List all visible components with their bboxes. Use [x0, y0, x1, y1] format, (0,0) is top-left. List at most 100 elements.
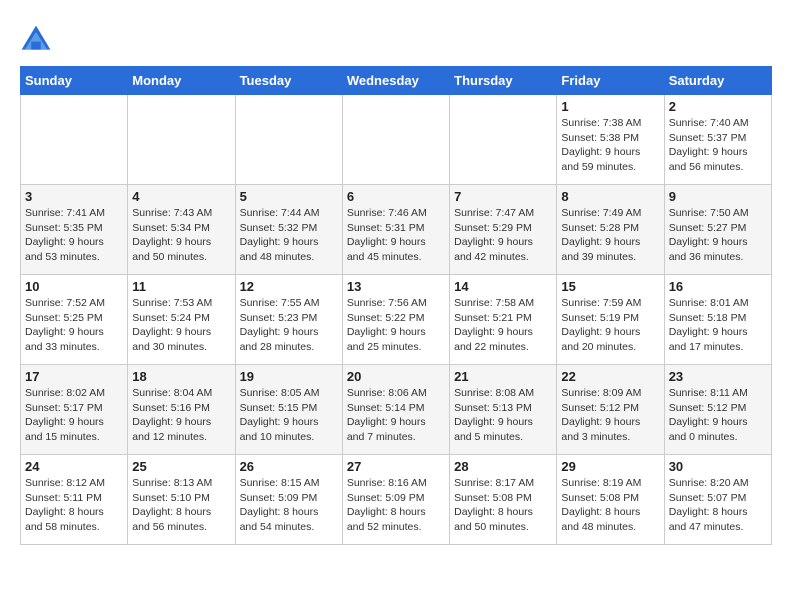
day-number: 6 [347, 189, 445, 204]
calendar-day-cell: 25 Sunrise: 8:13 AM Sunset: 5:10 PM Dayli… [128, 455, 235, 545]
day-number: 20 [347, 369, 445, 384]
calendar-weekday-header: Tuesday [235, 67, 342, 95]
calendar-day-cell [128, 95, 235, 185]
day-info: Sunrise: 7:44 AM Sunset: 5:32 PM Dayligh… [240, 206, 338, 265]
calendar-week-row: 3 Sunrise: 7:41 AM Sunset: 5:35 PM Daylig… [21, 185, 772, 275]
day-info: Sunrise: 8:15 AM Sunset: 5:09 PM Dayligh… [240, 476, 338, 535]
calendar-day-cell: 10 Sunrise: 7:52 AM Sunset: 5:25 PM Dayli… [21, 275, 128, 365]
day-info: Sunrise: 8:17 AM Sunset: 5:08 PM Dayligh… [454, 476, 552, 535]
calendar-table: SundayMondayTuesdayWednesdayThursdayFrid… [20, 66, 772, 545]
day-info: Sunrise: 7:49 AM Sunset: 5:28 PM Dayligh… [561, 206, 659, 265]
calendar-day-cell: 7 Sunrise: 7:47 AM Sunset: 5:29 PM Daylig… [450, 185, 557, 275]
day-number: 26 [240, 459, 338, 474]
calendar-weekday-header: Saturday [664, 67, 771, 95]
day-info: Sunrise: 8:13 AM Sunset: 5:10 PM Dayligh… [132, 476, 230, 535]
day-info: Sunrise: 7:46 AM Sunset: 5:31 PM Dayligh… [347, 206, 445, 265]
calendar-weekday-header: Wednesday [342, 67, 449, 95]
calendar-day-cell: 24Sunrise: 8:12 AM Sunset: 5:11 PM Dayli… [21, 455, 128, 545]
day-info: Sunrise: 8:09 AM Sunset: 5:12 PM Dayligh… [561, 386, 659, 445]
day-info: Sunrise: 7:47 AM Sunset: 5:29 PM Dayligh… [454, 206, 552, 265]
calendar-weekday-header: Sunday [21, 67, 128, 95]
day-info: Sunrise: 7:50 AM Sunset: 5:27 PM Dayligh… [669, 206, 767, 265]
day-number: 13 [347, 279, 445, 294]
calendar-day-cell: 5 Sunrise: 7:44 AM Sunset: 5:32 PM Daylig… [235, 185, 342, 275]
day-number: 10 [25, 279, 123, 294]
logo [20, 24, 56, 56]
day-number: 11 [132, 279, 230, 294]
calendar-week-row: 1 Sunrise: 7:38 AM Sunset: 5:38 PM Daylig… [21, 95, 772, 185]
calendar-day-cell: 13 Sunrise: 7:56 AM Sunset: 5:22 PM Dayli… [342, 275, 449, 365]
day-number: 16 [669, 279, 767, 294]
calendar-weekday-header: Friday [557, 67, 664, 95]
day-number: 15 [561, 279, 659, 294]
logo-icon [20, 24, 52, 56]
calendar-day-cell: 26 Sunrise: 8:15 AM Sunset: 5:09 PM Dayli… [235, 455, 342, 545]
day-number: 7 [454, 189, 552, 204]
day-info: Sunrise: 7:52 AM Sunset: 5:25 PM Dayligh… [25, 296, 123, 355]
day-number: 29 [561, 459, 659, 474]
calendar-day-cell: 22Sunrise: 8:09 AM Sunset: 5:12 PM Dayli… [557, 365, 664, 455]
day-info: Sunrise: 7:38 AM Sunset: 5:38 PM Dayligh… [561, 116, 659, 175]
calendar-day-cell: 30Sunrise: 8:20 AM Sunset: 5:07 PM Dayli… [664, 455, 771, 545]
page: SundayMondayTuesdayWednesdayThursdayFrid… [0, 0, 792, 555]
calendar-day-cell [235, 95, 342, 185]
calendar-day-cell [342, 95, 449, 185]
calendar-week-row: 10 Sunrise: 7:52 AM Sunset: 5:25 PM Dayli… [21, 275, 772, 365]
calendar-day-cell: 9 Sunrise: 7:50 AM Sunset: 5:27 PM Daylig… [664, 185, 771, 275]
calendar-day-cell: 27Sunrise: 8:16 AM Sunset: 5:09 PM Dayli… [342, 455, 449, 545]
day-number: 19 [240, 369, 338, 384]
day-info: Sunrise: 7:55 AM Sunset: 5:23 PM Dayligh… [240, 296, 338, 355]
day-info: Sunrise: 8:05 AM Sunset: 5:15 PM Dayligh… [240, 386, 338, 445]
day-info: Sunrise: 7:58 AM Sunset: 5:21 PM Dayligh… [454, 296, 552, 355]
calendar-day-cell: 14 Sunrise: 7:58 AM Sunset: 5:21 PM Dayli… [450, 275, 557, 365]
calendar-day-cell: 17 Sunrise: 8:02 AM Sunset: 5:17 PM Dayli… [21, 365, 128, 455]
day-info: Sunrise: 8:11 AM Sunset: 5:12 PM Dayligh… [669, 386, 767, 445]
day-number: 18 [132, 369, 230, 384]
calendar-weekday-header: Thursday [450, 67, 557, 95]
calendar-day-cell: 1 Sunrise: 7:38 AM Sunset: 5:38 PM Daylig… [557, 95, 664, 185]
day-number: 4 [132, 189, 230, 204]
day-number: 14 [454, 279, 552, 294]
day-number: 9 [669, 189, 767, 204]
calendar-day-cell [450, 95, 557, 185]
day-number: 25 [132, 459, 230, 474]
day-number: 17 [25, 369, 123, 384]
calendar-day-cell: 2 Sunrise: 7:40 AM Sunset: 5:37 PM Daylig… [664, 95, 771, 185]
day-info: Sunrise: 8:02 AM Sunset: 5:17 PM Dayligh… [25, 386, 123, 445]
header [20, 20, 772, 56]
calendar-day-cell [21, 95, 128, 185]
day-info: Sunrise: 8:01 AM Sunset: 5:18 PM Dayligh… [669, 296, 767, 355]
day-number: 1 [561, 99, 659, 114]
calendar-day-cell: 19 Sunrise: 8:05 AM Sunset: 5:15 PM Dayli… [235, 365, 342, 455]
day-info: Sunrise: 7:40 AM Sunset: 5:37 PM Dayligh… [669, 116, 767, 175]
day-number: 12 [240, 279, 338, 294]
calendar-day-cell: 4 Sunrise: 7:43 AM Sunset: 5:34 PM Daylig… [128, 185, 235, 275]
calendar-day-cell: 23 Sunrise: 8:11 AM Sunset: 5:12 PM Dayli… [664, 365, 771, 455]
calendar-day-cell: 12 Sunrise: 7:55 AM Sunset: 5:23 PM Dayli… [235, 275, 342, 365]
calendar-week-row: 17 Sunrise: 8:02 AM Sunset: 5:17 PM Dayli… [21, 365, 772, 455]
calendar-header-row: SundayMondayTuesdayWednesdayThursdayFrid… [21, 67, 772, 95]
day-number: 23 [669, 369, 767, 384]
calendar-day-cell: 8 Sunrise: 7:49 AM Sunset: 5:28 PM Daylig… [557, 185, 664, 275]
day-info: Sunrise: 7:59 AM Sunset: 5:19 PM Dayligh… [561, 296, 659, 355]
day-number: 21 [454, 369, 552, 384]
calendar-day-cell: 21 Sunrise: 8:08 AM Sunset: 5:13 PM Dayli… [450, 365, 557, 455]
day-info: Sunrise: 7:41 AM Sunset: 5:35 PM Dayligh… [25, 206, 123, 265]
calendar-week-row: 24Sunrise: 8:12 AM Sunset: 5:11 PM Dayli… [21, 455, 772, 545]
day-info: Sunrise: 8:12 AM Sunset: 5:11 PM Dayligh… [25, 476, 123, 535]
day-info: Sunrise: 8:19 AM Sunset: 5:08 PM Dayligh… [561, 476, 659, 535]
day-number: 5 [240, 189, 338, 204]
day-info: Sunrise: 7:43 AM Sunset: 5:34 PM Dayligh… [132, 206, 230, 265]
day-number: 2 [669, 99, 767, 114]
day-number: 8 [561, 189, 659, 204]
day-number: 27 [347, 459, 445, 474]
calendar-weekday-header: Monday [128, 67, 235, 95]
calendar-day-cell: 28 Sunrise: 8:17 AM Sunset: 5:08 PM Dayli… [450, 455, 557, 545]
calendar-day-cell: 16 Sunrise: 8:01 AM Sunset: 5:18 PM Dayli… [664, 275, 771, 365]
day-info: Sunrise: 8:08 AM Sunset: 5:13 PM Dayligh… [454, 386, 552, 445]
day-info: Sunrise: 7:56 AM Sunset: 5:22 PM Dayligh… [347, 296, 445, 355]
day-number: 3 [25, 189, 123, 204]
calendar-day-cell: 11Sunrise: 7:53 AM Sunset: 5:24 PM Dayli… [128, 275, 235, 365]
day-number: 28 [454, 459, 552, 474]
day-number: 30 [669, 459, 767, 474]
